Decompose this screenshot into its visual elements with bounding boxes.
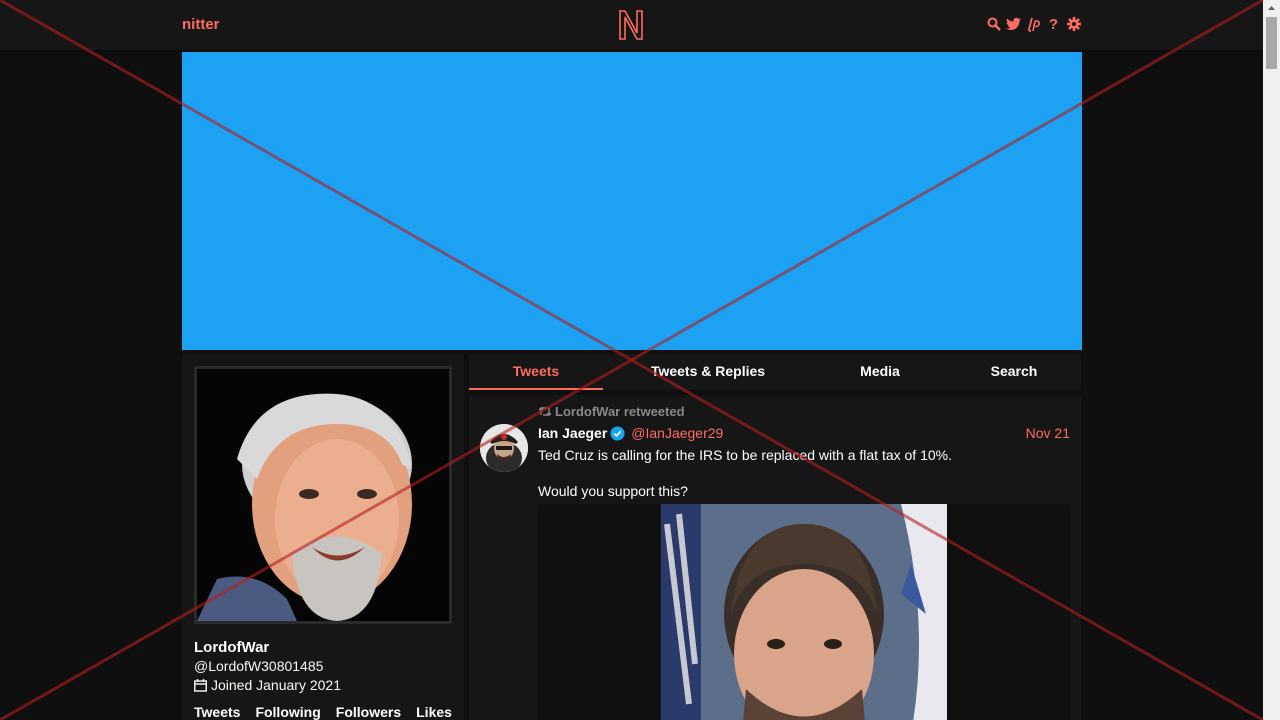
profile-joindate: Joined January 2021 bbox=[194, 677, 341, 693]
profile-username[interactable]: @LordofW30801485 bbox=[194, 658, 323, 674]
profile-fullname[interactable]: LordofWar bbox=[194, 639, 269, 656]
stat-followers[interactable]: Followers bbox=[336, 704, 401, 720]
page-scrollbar[interactable] bbox=[1263, 0, 1280, 720]
stat-likes[interactable]: Likes bbox=[416, 704, 452, 720]
tweet-avatar[interactable] bbox=[480, 424, 528, 472]
joindate-text: Joined January 2021 bbox=[211, 677, 341, 693]
help-icon[interactable]: ? bbox=[1046, 16, 1061, 33]
liberapay-icon[interactable] bbox=[1026, 16, 1041, 32]
tweet-header: Ian Jaeger @IanJaeger29 Nov 21 bbox=[538, 424, 1070, 442]
stat-following[interactable]: Following bbox=[255, 704, 320, 720]
profile-banner[interactable] bbox=[182, 52, 1082, 350]
profile-avatar[interactable] bbox=[197, 369, 449, 621]
tweet-media[interactable] bbox=[538, 504, 1070, 720]
nitter-home-link[interactable]: nitter bbox=[182, 16, 220, 33]
retweet-text[interactable]: LordofWar retweeted bbox=[555, 404, 685, 419]
nav-icons: ? bbox=[986, 16, 1081, 33]
tweet-fullname[interactable]: Ian Jaeger bbox=[538, 425, 607, 441]
nitter-logo[interactable] bbox=[617, 8, 645, 41]
stat-tweets[interactable]: Tweets bbox=[194, 704, 240, 720]
settings-icon[interactable] bbox=[1066, 16, 1081, 32]
tab-search[interactable]: Search bbox=[947, 354, 1081, 388]
search-icon[interactable] bbox=[986, 16, 1001, 32]
timeline-tabs: Tweets Tweets & Replies Media Search bbox=[469, 354, 1081, 390]
retweet-header: LordofWar retweeted bbox=[538, 404, 685, 419]
profile-stats: Tweets Following Followers Likes bbox=[194, 704, 452, 720]
calendar-icon bbox=[194, 678, 207, 692]
top-nav: nitter ? bbox=[0, 0, 1263, 50]
profile-card: LordofWar @LordofW30801485 Joined Januar… bbox=[182, 354, 464, 720]
tweet-username[interactable]: @IanJaeger29 bbox=[631, 425, 723, 441]
tab-tweets-replies[interactable]: Tweets & Replies bbox=[603, 354, 813, 388]
profile-avatar-frame[interactable] bbox=[194, 366, 452, 624]
twitter-icon[interactable] bbox=[1006, 16, 1021, 32]
scroll-thumb[interactable] bbox=[1266, 17, 1277, 69]
timeline: LordofWar retweeted Ian Jaeger @IanJaege… bbox=[469, 395, 1081, 720]
tweet-image[interactable] bbox=[661, 504, 947, 720]
tweet-content: Ted Cruz is calling for the IRS to be re… bbox=[538, 447, 952, 499]
tab-media[interactable]: Media bbox=[813, 354, 947, 388]
retweet-icon bbox=[538, 407, 552, 416]
tab-tweets[interactable]: Tweets bbox=[469, 354, 603, 390]
scroll-up-arrow-icon[interactable] bbox=[1263, 0, 1280, 17]
tweet-date[interactable]: Nov 21 bbox=[1026, 425, 1070, 441]
verified-icon bbox=[610, 425, 625, 441]
